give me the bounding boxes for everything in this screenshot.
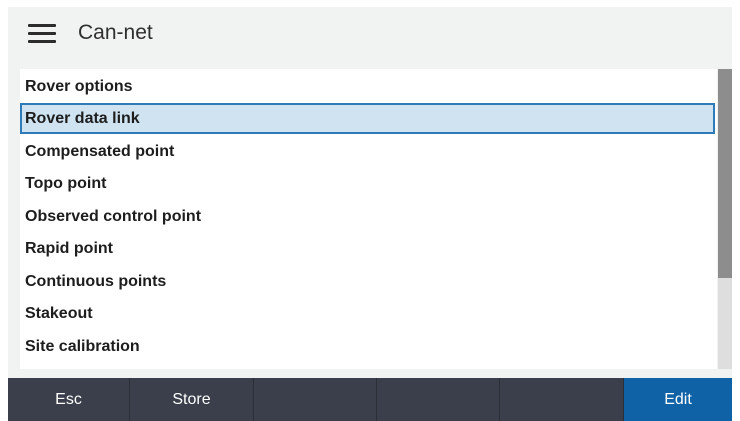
list-item-compensated-point[interactable]: Compensated point [20,136,715,167]
menu-bar-bottom [28,40,56,43]
list-item-site-calibration[interactable]: Site calibration [20,331,715,362]
softkey-4[interactable] [377,378,500,421]
hamburger-menu-icon[interactable] [28,24,56,44]
menu-bar-middle [28,32,56,35]
page-title: Can-net [78,21,153,44]
list-item-observed-control-point[interactable]: Observed control point [20,201,715,232]
edit-button[interactable]: Edit [624,378,732,421]
softkey-3[interactable] [254,378,377,421]
scrollbar-thumb[interactable] [718,69,732,278]
softkey-5[interactable] [500,378,624,421]
app-window: Can-net Rover options Rover data link Co… [8,7,732,421]
list-item-rapid-point[interactable]: Rapid point [20,233,715,264]
list-item-rover-data-link[interactable]: Rover data link [20,103,715,134]
options-list: Rover options Rover data link Compensate… [20,69,717,369]
list-item-stakeout[interactable]: Stakeout [20,298,715,329]
list-item-topo-point[interactable]: Topo point [20,168,715,199]
store-button[interactable]: Store [130,378,254,421]
list-scrollbar[interactable] [718,69,732,369]
list-item-rover-options[interactable]: Rover options [20,71,715,102]
softkey-bar: Esc Store Edit [8,378,732,421]
app-header: Can-net [8,7,732,62]
menu-bar-top [28,24,56,27]
list-item-continuous-points[interactable]: Continuous points [20,266,715,297]
esc-button[interactable]: Esc [8,378,130,421]
